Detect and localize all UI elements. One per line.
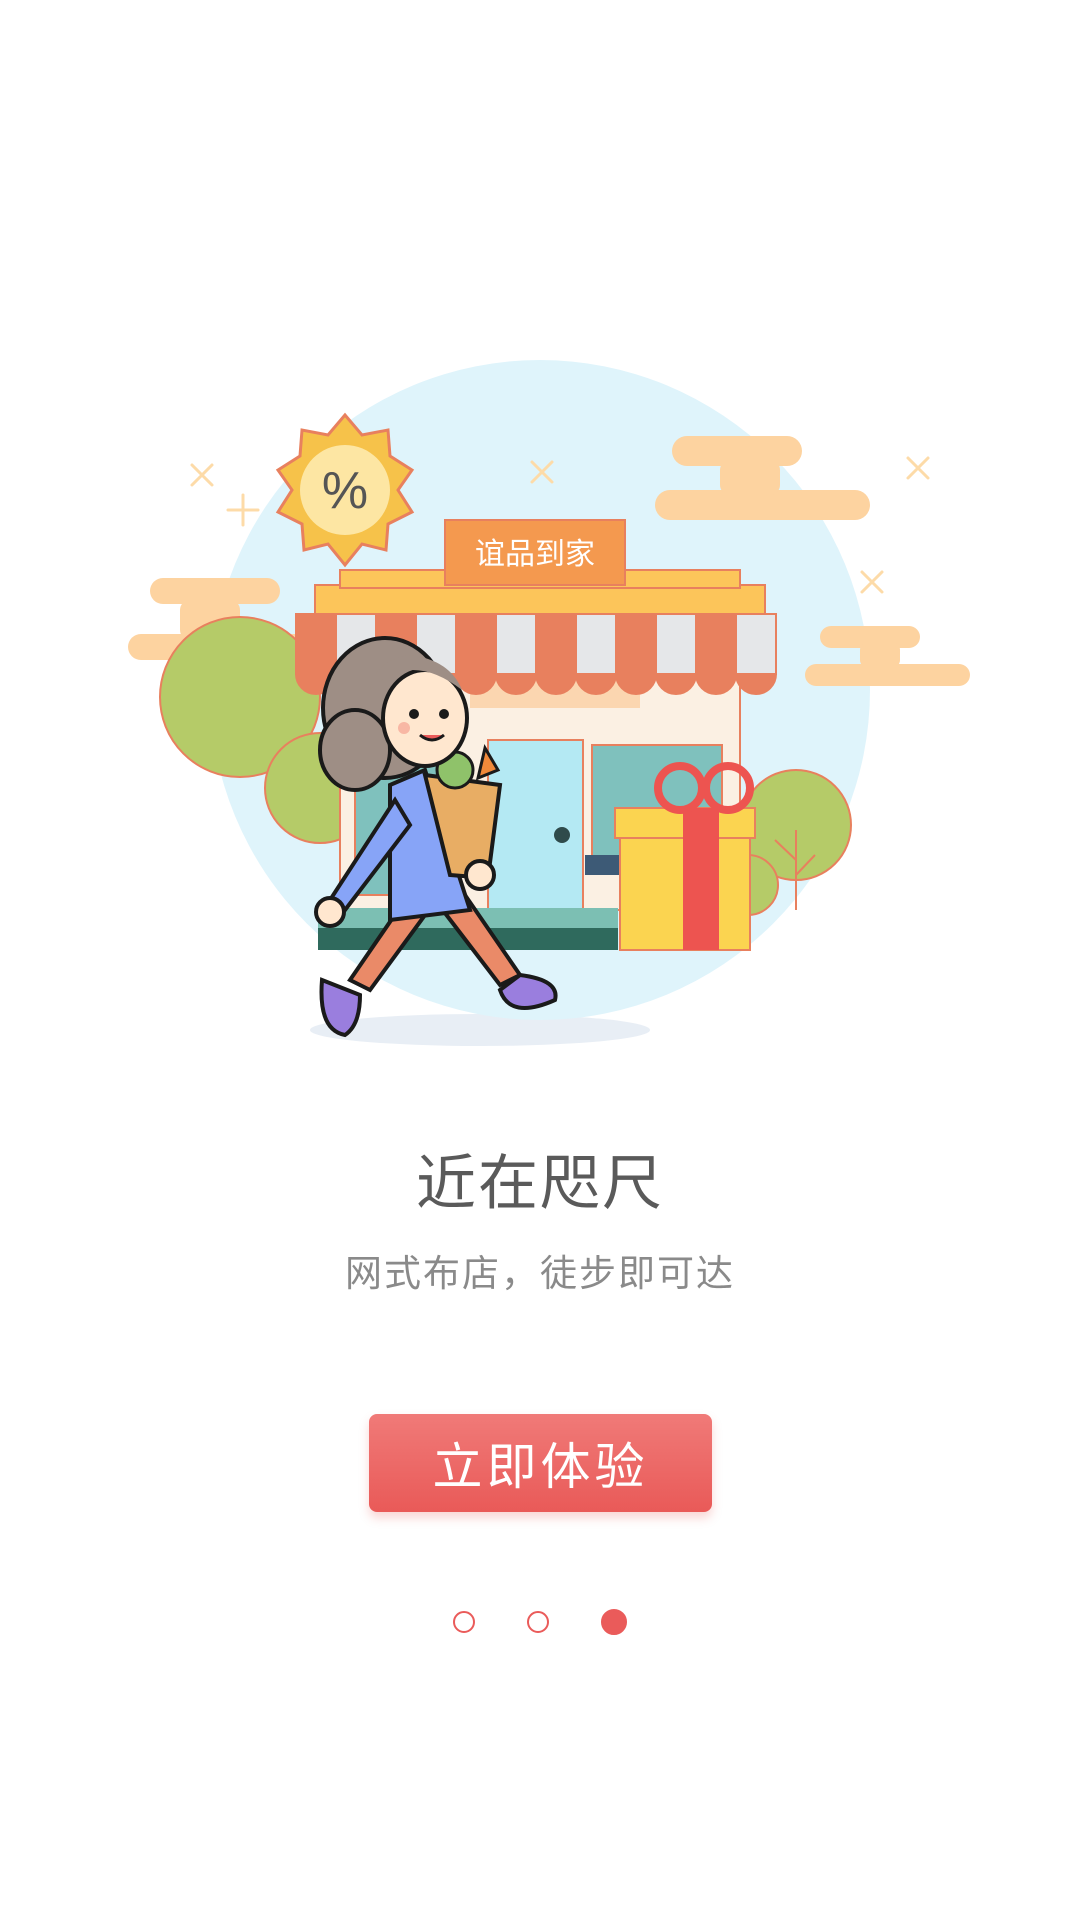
- shop-sign-text: 谊品到家: [475, 537, 595, 572]
- shop-sign: 谊品到家: [444, 519, 626, 586]
- page-indicator: [0, 1609, 1080, 1639]
- onboarding-screen: % 谊品到家 近在咫尺 网式布店，徒步即可达 立即体验: [0, 0, 1080, 1920]
- ground-shadow: [310, 1014, 650, 1046]
- page-dot-3-active[interactable]: [601, 1609, 627, 1635]
- door-knob: [554, 827, 570, 843]
- page-dot-1[interactable]: [453, 1611, 475, 1633]
- onboarding-subtitle: 网式布店，徒步即可达: [345, 1252, 735, 1295]
- onboarding-title: 近在咫尺: [416, 1149, 664, 1219]
- start-experience-button[interactable]: 立即体验: [369, 1414, 712, 1512]
- page-dot-2[interactable]: [527, 1611, 549, 1633]
- badge-percent: %: [322, 462, 368, 520]
- shop-door: [487, 739, 584, 911]
- shop-illustration: % 谊品到家: [128, 360, 970, 1046]
